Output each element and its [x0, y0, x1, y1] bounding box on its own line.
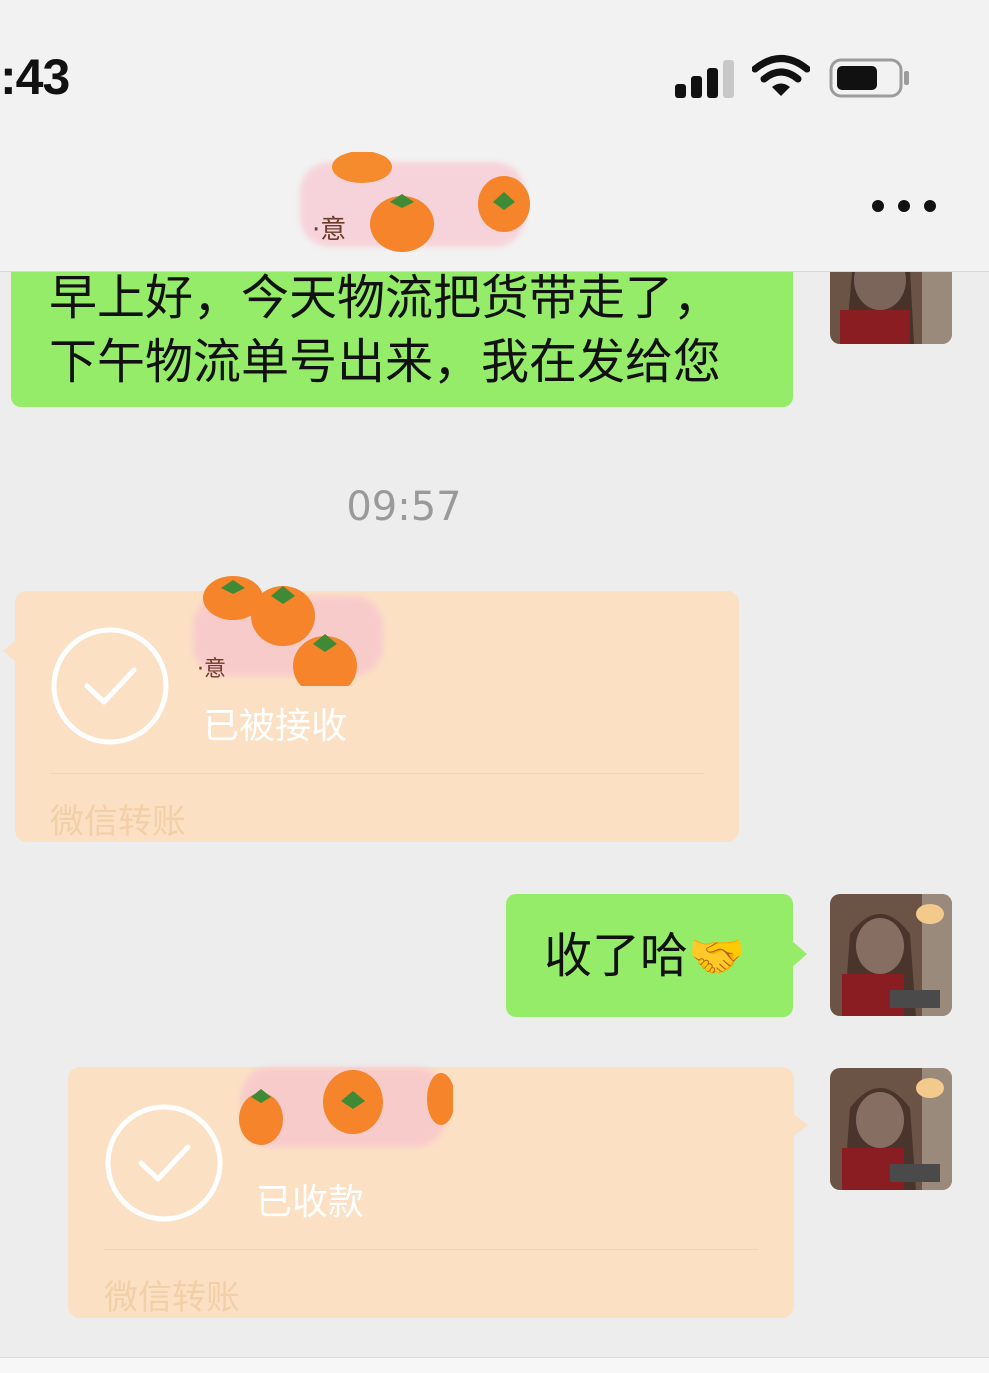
battery-icon: [829, 58, 909, 98]
status-time: :43: [0, 49, 70, 105]
check-circle-icon: [105, 1104, 223, 1222]
bubble-tail: [792, 1113, 808, 1137]
transfer-status: 已被接收: [203, 706, 348, 747]
input-bar-edge: [0, 1357, 989, 1373]
transfer-footer: 微信转账: [104, 1278, 240, 1318]
status-bar: :43: [0, 0, 989, 140]
signal-icon: [675, 58, 735, 98]
persimmon-sticker: [239, 1067, 453, 1147]
contact-name-sticker: ·意: [300, 152, 530, 252]
message-list[interactable]: 早上好，今天物流把货带走了， 下午物流单号出来，我在发给您 09:57 ·意 已…: [0, 222, 989, 1357]
bubble-tail: [791, 940, 807, 968]
bubble-tail: [3, 639, 17, 663]
transfer-card-received[interactable]: ·意 已被接收 微信转账: [3, 576, 739, 842]
avatar[interactable]: [830, 1068, 952, 1190]
outgoing-message-bubble[interactable]: 早上好，今天物流把货带走了， 下午物流单号出来，我在发给您: [11, 252, 793, 407]
divider: [104, 1249, 758, 1250]
transfer-status: 已收款: [256, 1182, 365, 1223]
avatar[interactable]: [830, 894, 952, 1016]
transfer-footer: 微信转账: [50, 802, 186, 842]
message-text-line: 下午物流单号出来，我在发给您: [49, 334, 722, 390]
svg-text:·意: ·意: [312, 215, 346, 245]
handshake-emoji: 🤝: [688, 929, 746, 983]
message-timestamp: 09:57: [346, 484, 462, 530]
persimmon-sticker: ·意: [193, 576, 383, 686]
more-icon[interactable]: [872, 200, 936, 216]
outgoing-message-bubble[interactable]: 收了哈🤝: [506, 894, 807, 1017]
svg-text:·意: ·意: [197, 657, 226, 682]
check-circle-icon: [51, 627, 169, 745]
message-text: 收了哈: [544, 928, 689, 984]
transfer-card-collected[interactable]: 已收款 微信转账: [68, 1067, 808, 1318]
wifi-icon: [752, 55, 810, 96]
chat-header: ·意: [0, 140, 989, 272]
message-text-line: 早上好，今天物流把货带走了，: [49, 270, 722, 326]
divider: [50, 773, 705, 774]
chat-screen: :43 ·意 早上好，今天物流把货带走了， 下午物流单号出来，我在发给您 09:…: [0, 0, 989, 1373]
